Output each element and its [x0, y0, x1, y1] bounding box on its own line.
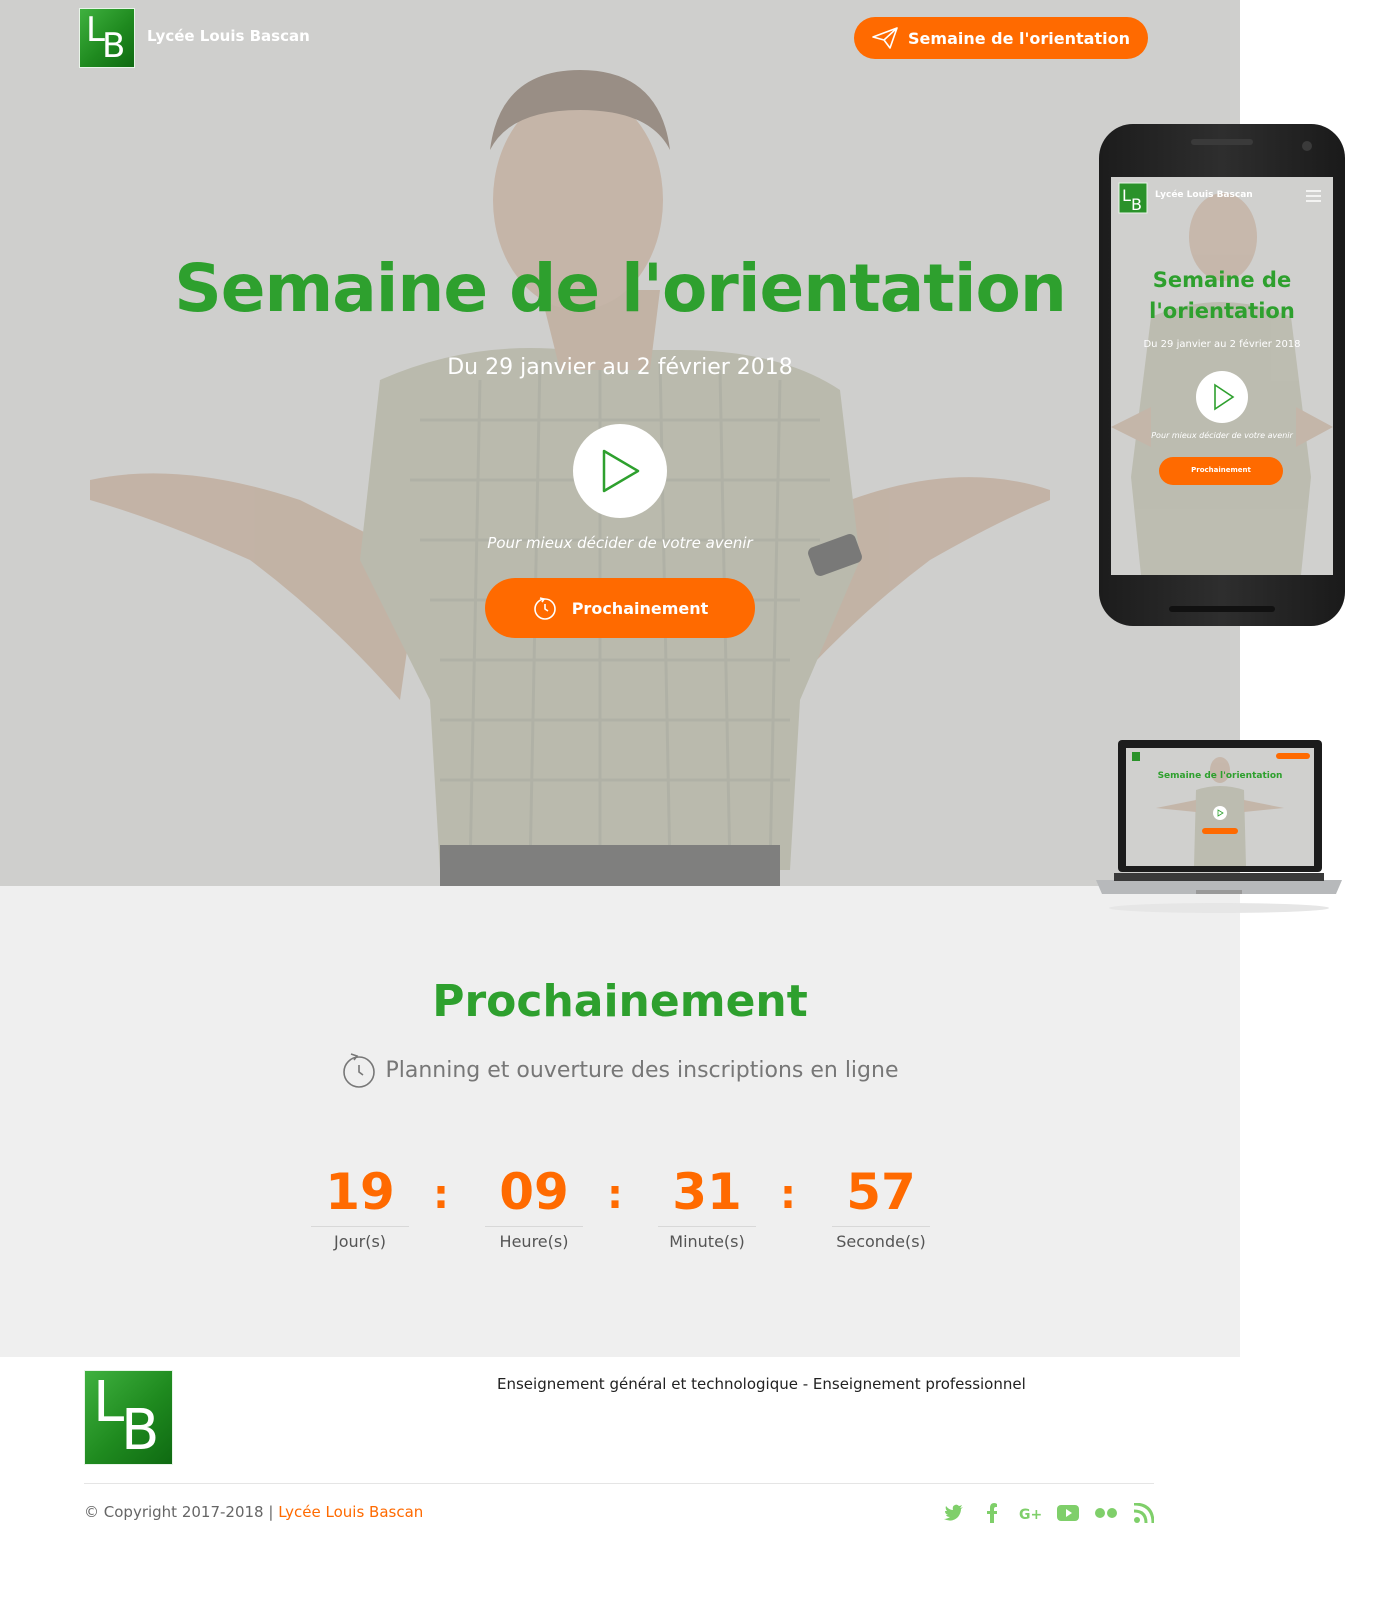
facebook-icon[interactable]: [980, 1501, 1004, 1525]
countdown-minutes: 31 Minute(s): [658, 1164, 756, 1251]
countdown-hours: 09 Heure(s): [485, 1164, 583, 1251]
divider: [658, 1226, 756, 1227]
countdown-hours-label: Heure(s): [499, 1232, 569, 1251]
countdown-seconds: 57 Seconde(s): [832, 1164, 930, 1251]
twitter-icon[interactable]: [942, 1501, 966, 1525]
countdown-separator: :: [607, 1172, 623, 1218]
countdown-seconds-value: 57: [846, 1163, 916, 1221]
youtube-icon[interactable]: [1056, 1501, 1080, 1525]
footer-logo-letter-b: B: [121, 1398, 160, 1463]
footer-logo[interactable]: L B: [84, 1370, 173, 1465]
page: L B Lycée Louis Bascan Semaine de l'orie…: [0, 0, 1376, 1600]
divider: [485, 1226, 583, 1227]
countdown-timer: 19 Jour(s) : 09 Heure(s) : 31 Minute(s) …: [311, 1164, 931, 1274]
phone-mockup: L B Lycée Louis Bascan Semaine de l'orie…: [1099, 124, 1345, 626]
play-video-button[interactable]: [573, 424, 667, 518]
divider: [311, 1226, 409, 1227]
play-icon: [602, 449, 640, 493]
social-links: G+: [942, 1501, 1156, 1525]
countdown-subtitle: Planning et ouverture des inscriptions e…: [385, 1057, 899, 1083]
countdown-subtitle-row: Planning et ouverture des inscriptions e…: [0, 1051, 1240, 1089]
phone-dates: Du 29 janvier au 2 février 2018: [1143, 339, 1301, 350]
timer-icon: [343, 1053, 376, 1088]
paper-plane-icon: [872, 27, 898, 49]
countdown-minutes-value: 31: [672, 1163, 742, 1221]
phone-tagline: Pour mieux décider de votre avenir: [1151, 431, 1293, 440]
brand-name[interactable]: Lycée Louis Bascan: [147, 27, 310, 45]
phone-title-line-1: Semaine de: [1152, 268, 1292, 292]
countdown-hours-value: 09: [499, 1163, 569, 1221]
phone-title-line-2: l'orientation: [1149, 299, 1295, 323]
countdown-days: 19 Jour(s): [311, 1164, 409, 1251]
svg-text:G+: G+: [1019, 1507, 1041, 1521]
countdown-title: Prochainement: [432, 976, 808, 1027]
phone-screen-content: L B: [1111, 182, 1333, 575]
logo-letter-b: B: [102, 26, 126, 66]
countdown-seconds-label: Seconde(s): [836, 1232, 926, 1251]
phone-screen: L B Lycée Louis Bascan Semaine de l'orie…: [1111, 177, 1333, 575]
laptop-frame: [1096, 740, 1342, 913]
countdown-separator: :: [780, 1172, 796, 1218]
hero-dates: Du 29 janvier au 2 février 2018: [447, 355, 793, 380]
divider: [832, 1226, 930, 1227]
svg-text:L: L: [1122, 186, 1131, 205]
copyright-brand-link[interactable]: Lycée Louis Bascan: [278, 1503, 423, 1521]
countdown-section: Prochainement Planning et ouverture des …: [0, 886, 1240, 1357]
countdown-separator: :: [433, 1172, 449, 1218]
hero-tagline: Pour mieux décider de votre avenir: [487, 534, 753, 552]
hero-title: Semaine de l'orientation: [174, 250, 1067, 327]
brand-logo[interactable]: L B: [79, 8, 135, 68]
countdown-minutes-label: Minute(s): [669, 1232, 745, 1251]
countdown-days-value: 19: [325, 1163, 395, 1221]
laptop-mockup: Semaine de l'orientation: [1096, 740, 1342, 915]
phone-brand-name: Lycée Louis Bascan: [1155, 190, 1253, 200]
timer-icon: [533, 597, 556, 620]
orientation-week-button-label: Semaine de l'orientation: [908, 28, 1130, 48]
flickr-icon[interactable]: [1094, 1501, 1118, 1525]
hero-section: L B Lycée Louis Bascan Semaine de l'orie…: [0, 0, 1240, 886]
laptop-title: Semaine de l'orientation: [1157, 771, 1283, 781]
coming-soon-button[interactable]: Prochainement: [485, 578, 755, 638]
rss-icon[interactable]: [1132, 1501, 1156, 1525]
footer-logo-letter-l: L: [93, 1370, 125, 1435]
coming-soon-button-label: Prochainement: [571, 598, 709, 618]
countdown-days-label: Jour(s): [333, 1232, 387, 1251]
copyright-text: © Copyright 2017-2018 |: [84, 1503, 274, 1521]
footer-tagline: Enseignement général et technologique - …: [497, 1375, 1026, 1393]
logo-mark: L B: [79, 8, 135, 68]
phone-button-label: Prochainement: [1191, 466, 1251, 474]
phone-title: Semaine de l'orientation: [1111, 265, 1333, 327]
google-plus-icon[interactable]: G+: [1018, 1501, 1042, 1525]
orientation-week-button[interactable]: Semaine de l'orientation: [854, 17, 1148, 59]
svg-text:B: B: [1131, 195, 1142, 214]
footer-divider: [84, 1483, 1154, 1484]
copyright: © Copyright 2017-2018 | Lycée Louis Basc…: [84, 1503, 423, 1521]
